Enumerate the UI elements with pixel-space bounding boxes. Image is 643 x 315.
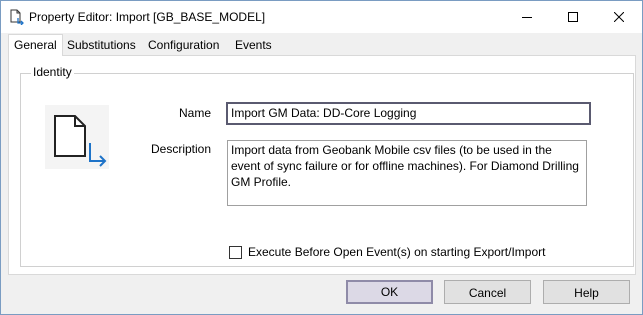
description-label: Description <box>151 142 212 156</box>
maximize-icon <box>568 12 578 22</box>
maximize-button[interactable] <box>550 1 596 33</box>
title-bar: Property Editor: Import [GB_BASE_MODEL] <box>1 1 642 33</box>
tab-substitutions[interactable]: Substitutions <box>67 36 136 54</box>
identity-group: Identity Name Import GM Data: DD-Core Lo… <box>20 65 634 267</box>
document-import-icon <box>9 9 25 26</box>
property-editor-window: Property Editor: Import [GB_BASE_MODEL] … <box>0 0 643 315</box>
general-tab-panel: Identity Name Import GM Data: DD-Core Lo… <box>8 55 636 275</box>
execute-before-open-checkbox[interactable] <box>229 246 242 259</box>
name-field[interactable]: Import GM Data: DD-Core Logging <box>226 102 591 125</box>
close-icon <box>614 12 624 22</box>
tab-general[interactable]: General <box>8 34 63 56</box>
identity-group-label: Identity <box>31 65 74 79</box>
minimize-icon <box>522 17 532 18</box>
description-field[interactable]: Import data from Geobank Mobile csv file… <box>227 140 587 206</box>
tab-strip: General Substitutions Configuration Even… <box>1 33 642 56</box>
close-button[interactable] <box>596 1 642 33</box>
cancel-button[interactable]: Cancel <box>444 280 531 304</box>
document-import-icon <box>45 105 109 169</box>
name-label: Name <box>179 106 212 120</box>
ok-button[interactable]: OK <box>346 280 433 304</box>
help-button[interactable]: Help <box>543 280 630 304</box>
window-title: Property Editor: Import [GB_BASE_MODEL] <box>29 10 266 24</box>
minimize-button[interactable] <box>504 1 550 33</box>
tab-events[interactable]: Events <box>235 36 272 54</box>
execute-before-open-label: Execute Before Open Event(s) on starting… <box>248 245 546 259</box>
tab-configuration[interactable]: Configuration <box>148 36 219 54</box>
